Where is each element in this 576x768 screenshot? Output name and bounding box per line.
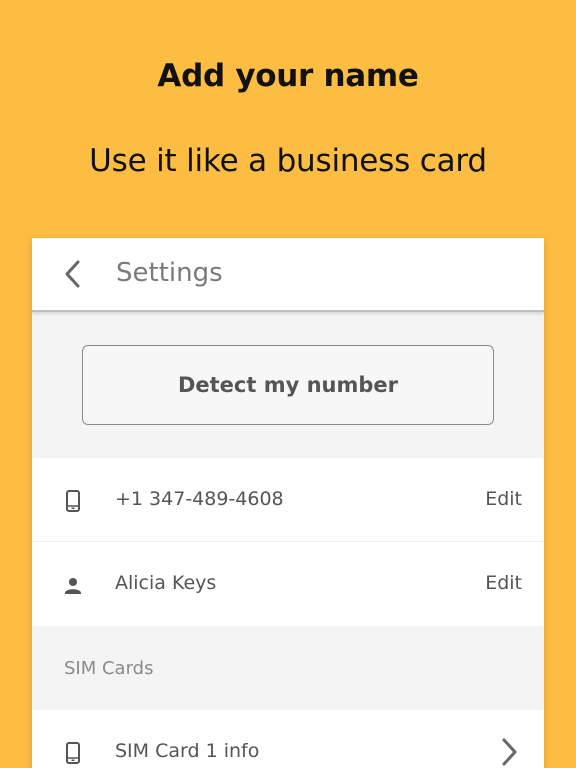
- app-bar: Settings: [32, 238, 544, 312]
- edit-name-button[interactable]: Edit: [485, 572, 522, 594]
- chevron-left-icon: [65, 260, 80, 288]
- detect-section: Detect my number: [32, 312, 544, 458]
- sim-card-1-row[interactable]: SIM Card 1 info: [32, 710, 544, 768]
- section-header-label: SIM Cards: [64, 658, 154, 679]
- sim-card-1-label: SIM Card 1 info: [115, 740, 260, 762]
- promo-subline: Use it like a business card: [89, 143, 487, 179]
- sim-cards-section-header: SIM Cards: [32, 626, 544, 710]
- phone-number-row[interactable]: +1 347-489-4608 Edit: [32, 458, 544, 542]
- smartphone-icon: [64, 742, 82, 764]
- detect-my-number-button[interactable]: Detect my number: [82, 345, 494, 425]
- chevron-right-icon: [498, 737, 520, 767]
- person-icon: [64, 574, 82, 596]
- smartphone-icon: [64, 490, 82, 512]
- settings-screen: Settings Detect my number +1 347-489-460…: [32, 238, 544, 768]
- name-label: Alicia Keys: [115, 572, 217, 594]
- promo-headline: Add your name: [157, 58, 419, 94]
- phone-number-label: +1 347-489-4608: [115, 488, 284, 510]
- name-row[interactable]: Alicia Keys Edit: [32, 542, 544, 626]
- page-title: Settings: [116, 258, 223, 288]
- edit-phone-button[interactable]: Edit: [485, 488, 522, 510]
- back-button[interactable]: [56, 256, 92, 292]
